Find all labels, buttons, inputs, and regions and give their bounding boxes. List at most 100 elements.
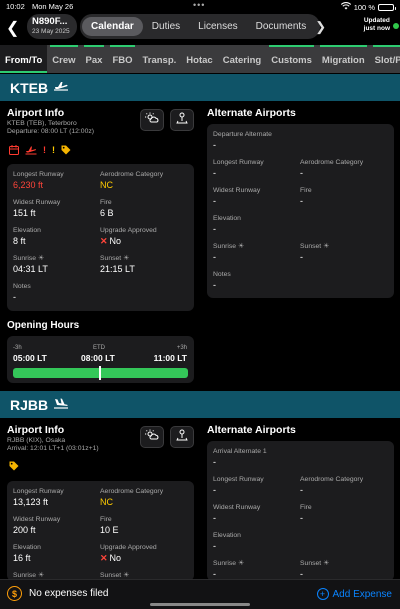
expenses-status: No expenses filed [29,588,109,599]
flight-date: 23 May 2025 [32,28,70,35]
oh-etd-time: 08:00 LT [81,353,115,363]
red-warning-icon[interactable]: ! [43,145,46,157]
departure-info-title: Airport Info [7,107,65,119]
departure-info-sub1: KTEB (TEB), Teterboro [7,120,77,127]
back-chevron-icon[interactable]: ❮ [6,18,19,38]
arr-longest-runway: Longest Runway 13,123 ft [13,487,64,508]
arrival-code: RJBB [10,396,49,413]
weather-icon [145,428,159,446]
departure-plane-alert-icon[interactable] [25,145,37,157]
tab-duties[interactable]: Duties [143,17,189,36]
oh-minus-label: -3h [13,345,22,351]
field-label: Sunrise [13,255,37,262]
field-label: Sunset [100,255,122,262]
field-label: Elevation [213,215,241,222]
field-label: Longest Runway [13,171,64,178]
field-label: Fire [100,516,112,523]
field-label: Arrival Alternate 1 [213,448,267,455]
dep-alt-elevation: Elevation - [213,214,241,235]
arrival-airport-card: Longest Runway 13,123 ft Aerodrome Categ… [7,481,194,581]
field-value: - [213,280,216,290]
oh-plus-label: +3h [176,345,187,351]
departure-location-button[interactable] [170,109,194,131]
arrival-weather-button[interactable] [140,426,164,448]
section-tab-transp[interactable]: Transp. [138,45,182,73]
field-value: No [109,236,122,246]
departure-weather-button[interactable] [140,109,164,131]
dep-elevation: Elevation 8 ft [13,226,41,247]
aircraft-selector[interactable]: N890F... 23 May 2025 [27,14,77,39]
field-label: Elevation [213,532,241,539]
arr-alt-elevation: Elevation - [213,531,241,552]
dep-longest-runway: Longest Runway 6,230 ft [13,170,64,191]
tag-icon[interactable] [9,461,19,473]
field-value: 8 ft [13,236,26,246]
section-tab-crew[interactable]: Crew [47,45,80,73]
section-tab-hotac[interactable]: Hotac [181,45,217,73]
status-time: 10:02 [6,2,25,11]
tab-licenses[interactable]: Licenses [189,17,246,36]
tag-icon[interactable] [61,145,71,157]
status-date: Mon May 26 [32,2,74,11]
weather-icon [145,111,159,129]
oh-end-time: 11:00 LT [153,353,187,363]
field-value: 04:31 LT [13,264,48,274]
section-tab-from-to[interactable]: From/To [0,45,48,73]
multitask-dots-icon[interactable]: ••• [193,0,205,10]
sunset-icon: ☀ [123,255,130,262]
field-label: Departure Alternate [213,131,272,138]
dep-fire: Fire 6 B [100,198,114,219]
section-tab-catering[interactable]: Catering [218,45,267,73]
field-label: Sunrise [13,572,37,579]
tab-documents[interactable]: Documents [247,17,316,36]
plus-circle-icon: + [316,588,329,600]
section-tab-bar: From/To Crew Pax FBO Transp. Hotac Cater… [0,45,400,73]
dep-alt-sunrise: Sunrise ☀ - [213,242,244,263]
section-tab-slot-ppr[interactable]: Slot/PPR [370,45,400,73]
departure-airport-header: KTEB [0,74,400,101]
field-label: Fire [300,187,312,194]
field-label: Aerodrome Category [100,488,164,495]
arrival-alternate-title: Alternate Airports [207,424,296,436]
dep-sunrise: Sunrise ☀ 04:31 LT [13,254,48,275]
calendar-alert-icon[interactable] [9,145,19,157]
dep-alt-longest: Longest Runway - [213,158,264,179]
arr-alt-longest: Longest Runway - [213,475,264,496]
dollar-icon: $ [7,586,22,601]
sunrise-icon: ☀ [37,572,45,579]
field-value: - [300,168,303,178]
section-tab-migration[interactable]: Migration [317,45,370,73]
field-value: - [300,252,303,262]
section-tab-fbo[interactable]: FBO [107,45,137,73]
field-value: - [213,140,216,150]
field-label: Elevation [13,227,41,234]
oh-start-time: 05:00 LT [13,353,47,363]
battery-percent: 100 % [353,2,375,12]
tab-calendar[interactable]: Calendar [82,17,143,36]
opening-hours-card[interactable]: -3h ETD +3h 05:00 LT 08:00 LT 11:00 LT [7,336,194,383]
oh-etd-label: ETD [93,345,105,351]
expenses-bar: $ No expenses filed + Add Expense [0,579,400,609]
dep-sunset: Sunset ☀ 21:15 LT [100,254,135,275]
field-value: - [213,168,216,178]
yellow-warning-icon[interactable]: ! [52,145,55,157]
map-pin-icon [176,428,188,446]
section-tab-customs[interactable]: Customs [266,45,317,73]
sync-status[interactable]: Updated just now [364,17,390,33]
add-expense-button[interactable]: + Add Expense [316,588,392,600]
field-value: 16 ft [13,553,31,563]
home-indicator[interactable] [150,603,250,606]
arr-alt-aerodrome: Aerodrome Category - [300,475,363,496]
chevron-right-icon[interactable]: ❯ [315,19,326,35]
field-label: Sunrise [213,560,237,567]
field-value: - [213,196,216,206]
sunrise-icon: ☀ [37,255,45,262]
section-tab-pax[interactable]: Pax [81,45,108,73]
departure-info-sub2: Departure: 08:00 LT (12:00z) [7,128,95,135]
field-label: Notes [213,271,231,278]
field-label: Notes [13,283,31,290]
arrival-location-button[interactable] [170,426,194,448]
field-value: - [13,292,16,302]
arr-fire: Fire 10 E [100,515,119,536]
field-label: Fire [100,199,112,206]
